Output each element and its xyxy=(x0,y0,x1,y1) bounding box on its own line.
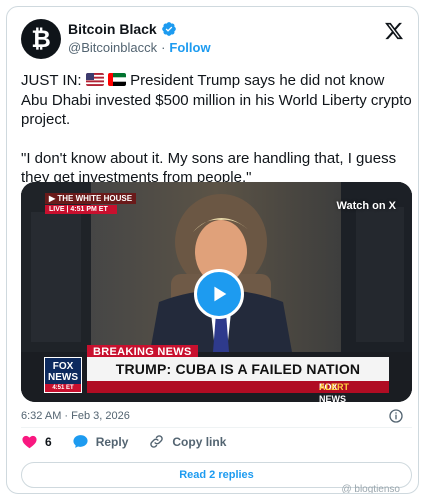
reply-label: Reply xyxy=(95,434,129,449)
link-icon xyxy=(150,435,164,448)
verified-badge-icon xyxy=(161,22,176,36)
tweet-card: ₿ Bitcoin Black @Bitcoinblacck · Follow … xyxy=(6,6,419,494)
author-name-row: Bitcoin Black xyxy=(68,21,177,37)
watch-on-x-link[interactable]: Watch on X xyxy=(337,200,396,212)
bitcoin-logo-icon: ₿ xyxy=(31,25,51,53)
avatar[interactable]: ₿ xyxy=(21,19,61,59)
handle-row: @Bitcoinblacck · Follow xyxy=(68,40,211,55)
info-icon[interactable] xyxy=(388,408,404,424)
play-button[interactable] xyxy=(194,269,244,319)
reply-icon xyxy=(73,435,88,448)
fox-news-logo: FOX NEWS 4:51 ET xyxy=(44,357,82,393)
video-player[interactable]: ▶ THE WHITE HOUSE LIVE | 4:51 PM ET Watc… xyxy=(21,182,412,402)
fox-logo-line1: FOX xyxy=(52,361,74,372)
action-bar: 6 Reply Copy link xyxy=(21,433,246,450)
like-count: 6 xyxy=(45,434,52,449)
fox-logo-line2: NEWS xyxy=(48,372,78,383)
copy-link-label: Copy link xyxy=(172,434,227,449)
us-flag-icon xyxy=(85,73,104,86)
fox-logo-time: 4:51 ET xyxy=(45,384,81,392)
copy-link-button[interactable]: Copy link xyxy=(148,433,226,450)
separator: · xyxy=(161,40,166,55)
alert-word: ALERT xyxy=(319,382,349,392)
author-name[interactable]: Bitcoin Black xyxy=(68,21,157,37)
watermark: @ blogtienso xyxy=(341,484,400,494)
news-headline: TRUMP: CUBA IS A FAILED NATION xyxy=(87,357,389,381)
like-button[interactable]: 6 xyxy=(21,433,52,450)
play-icon xyxy=(214,286,227,302)
white-house-label: ▶ THE WHITE HOUSE xyxy=(45,193,137,204)
reply-button[interactable]: Reply xyxy=(72,433,129,450)
timestamp[interactable]: 6:32 AM · Feb 3, 2026 xyxy=(21,410,130,422)
follow-button[interactable]: Follow xyxy=(169,40,210,55)
uae-flag-icon xyxy=(107,73,126,86)
author-handle[interactable]: @Bitcoinblacck xyxy=(68,40,157,55)
live-badge: ▶ THE WHITE HOUSE LIVE | 4:51 PM ET xyxy=(45,193,137,214)
tweet-text: JUST IN: President Trump says he did not… xyxy=(21,71,413,188)
alert-bar: FOX NEWS ALERT xyxy=(87,381,389,402)
divider xyxy=(21,427,412,428)
heart-icon xyxy=(22,435,37,449)
live-time-label: LIVE | 4:51 PM ET xyxy=(45,205,117,214)
tweet-prefix: JUST IN: xyxy=(21,72,82,89)
x-logo-icon[interactable] xyxy=(384,21,404,41)
